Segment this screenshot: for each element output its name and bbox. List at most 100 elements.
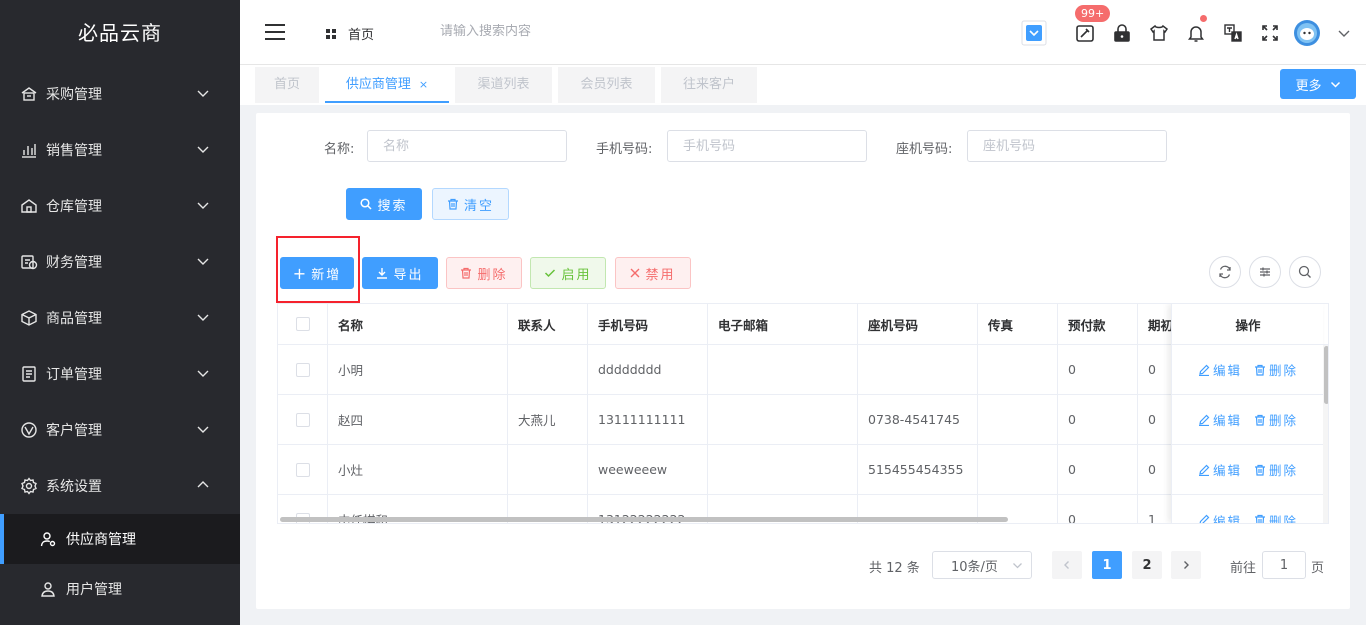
scrollbar-thumb[interactable] <box>1324 346 1328 404</box>
column-header-contact[interactable]: 联系人 <box>508 304 588 344</box>
edit-label: 编辑 <box>1212 463 1242 478</box>
theme-shirt-icon[interactable] <box>1145 19 1173 47</box>
delete-button[interactable]: 删除 <box>446 257 522 289</box>
row-checkbox[interactable] <box>295 412 310 427</box>
scrollbar-thumb[interactable] <box>280 517 1008 522</box>
tab-label: 往来客户 <box>682 77 735 92</box>
tab-home[interactable]: 首页 <box>255 67 319 103</box>
clear-button[interactable]: 清空 <box>432 188 509 220</box>
table-horizontal-scrollbar[interactable] <box>278 516 1323 523</box>
sidebar-item-label: 仓库管理 <box>46 199 102 215</box>
chevron-down-icon <box>1013 563 1022 569</box>
sidebar-item-order[interactable]: 订单管理 <box>0 346 240 402</box>
delete-link[interactable]: 删除 <box>1254 360 1298 379</box>
column-header-name[interactable]: 名称 <box>328 304 508 344</box>
sales-chart-icon <box>20 141 38 159</box>
breadcrumb-home[interactable]: 首页 <box>326 24 374 43</box>
sidebar-item-label: 采购管理 <box>46 87 102 103</box>
column-header-mobile[interactable]: 手机号码 <box>588 304 708 344</box>
toggle-search-button[interactable] <box>1289 256 1321 288</box>
global-search-input[interactable] <box>440 24 620 39</box>
sidebar-item-sales[interactable]: 销售管理 <box>0 122 240 178</box>
more-tabs-button[interactable]: 更多 <box>1280 69 1356 99</box>
refresh-button[interactable] <box>1209 256 1241 288</box>
main-card: 名称: 手机号码: 座机号码: 搜索 清空 + 新增 导出 删除 启用 禁用 <box>256 113 1350 609</box>
sidebar-item-warehouse[interactable]: 仓库管理 <box>0 178 240 234</box>
search-button[interactable]: 搜索 <box>346 188 422 220</box>
phone-label: 座机号码: <box>896 142 953 157</box>
user-avatar[interactable] <box>1293 19 1321 47</box>
more-button-label: 更多 <box>1295 78 1322 94</box>
delete-label: 删除 <box>1269 463 1299 478</box>
avatar-dropdown-chevron-icon[interactable] <box>1330 19 1358 47</box>
page-1-button[interactable]: 1 <box>1092 551 1122 579</box>
chevron-down-icon <box>197 314 209 321</box>
chevron-right-icon <box>1184 561 1189 569</box>
tab-close-icon[interactable]: × <box>419 78 428 91</box>
tab-member-list[interactable]: 会员列表 <box>558 67 655 103</box>
sidebar-item-customer[interactable]: 客户管理 <box>0 402 240 458</box>
delete-label: 删除 <box>1269 363 1299 378</box>
chevron-down-icon <box>197 426 209 433</box>
column-header-email[interactable]: 电子邮箱 <box>708 304 858 344</box>
row-checkbox[interactable] <box>295 462 310 477</box>
menu-toggle-icon[interactable] <box>265 24 285 40</box>
name-input[interactable] <box>367 130 567 162</box>
edit-link[interactable]: 编辑 <box>1198 360 1242 379</box>
sidebar-subitem-users[interactable]: 用户管理 <box>0 564 240 614</box>
add-button[interactable]: + 新增 <box>280 257 354 289</box>
cell-email <box>708 395 858 444</box>
sidebar-item-settings[interactable]: 系统设置 <box>0 458 240 514</box>
edit-pen-icon <box>1198 464 1210 476</box>
total-count: 共 12 条 <box>869 561 920 576</box>
column-header-phone[interactable]: 座机号码 <box>858 304 978 344</box>
prev-page-button[interactable] <box>1052 551 1082 579</box>
page-size-select[interactable]: 10条/页 <box>932 551 1032 579</box>
tab-label: 渠道列表 <box>477 77 530 92</box>
dropdown-select-icon[interactable] <box>1020 19 1048 47</box>
mobile-label: 手机号码: <box>596 142 653 157</box>
row-checkbox[interactable] <box>295 362 310 377</box>
sidebar-item-finance[interactable]: 财务管理 <box>0 234 240 290</box>
search-button-label: 搜索 <box>377 198 408 214</box>
trash-icon <box>461 267 472 279</box>
cell-contact: 大燕儿 <box>508 395 588 444</box>
delete-link[interactable]: 删除 <box>1254 410 1298 429</box>
column-settings-button[interactable] <box>1249 256 1281 288</box>
next-page-button[interactable] <box>1171 551 1201 579</box>
disable-button[interactable]: 禁用 <box>615 257 691 289</box>
enable-button[interactable]: 启用 <box>530 257 606 289</box>
cell-email <box>708 345 858 394</box>
tab-channel-list[interactable]: 渠道列表 <box>455 67 552 103</box>
cell-name: 赵四 <box>328 395 508 444</box>
fullscreen-icon[interactable] <box>1256 19 1284 47</box>
bell-icon[interactable] <box>1182 15 1210 47</box>
column-header-actions: 操作 <box>1172 304 1324 345</box>
translate-icon[interactable] <box>1219 19 1247 47</box>
chevron-down-icon <box>197 146 209 153</box>
page-2-button[interactable]: 2 <box>1132 551 1162 579</box>
column-header-prepay[interactable]: 预付款 <box>1058 304 1138 344</box>
edit-link[interactable]: 编辑 <box>1198 410 1242 429</box>
export-button-label: 导出 <box>393 267 424 283</box>
mobile-input[interactable] <box>667 130 867 162</box>
add-button-label: 新增 <box>311 267 342 283</box>
tab-supplier-management[interactable]: 供应商管理 × <box>325 67 449 103</box>
goto-page-input[interactable] <box>1262 551 1306 579</box>
select-all-checkbox[interactable] <box>295 317 310 331</box>
sidebar-item-purchase[interactable]: 采购管理 <box>0 66 240 122</box>
tools-icon[interactable]: 99+ <box>1071 5 1111 47</box>
brand-logo-text: 必品云商 <box>78 21 162 45</box>
column-header-fax[interactable]: 传真 <box>978 304 1058 344</box>
edit-label: 编辑 <box>1212 413 1242 428</box>
edit-link[interactable]: 编辑 <box>1198 460 1242 479</box>
sidebar-item-product[interactable]: 商品管理 <box>0 290 240 346</box>
table-vertical-scrollbar[interactable] <box>1323 345 1328 523</box>
sidebar-subitem-supplier[interactable]: 供应商管理 <box>0 514 240 564</box>
export-button[interactable]: 导出 <box>362 257 438 289</box>
phone-input[interactable] <box>967 130 1167 162</box>
tab-contacts[interactable]: 往来客户 <box>661 67 757 103</box>
lock-icon[interactable] <box>1108 19 1136 47</box>
delete-link[interactable]: 删除 <box>1254 460 1298 479</box>
delete-label: 删除 <box>1269 413 1299 428</box>
